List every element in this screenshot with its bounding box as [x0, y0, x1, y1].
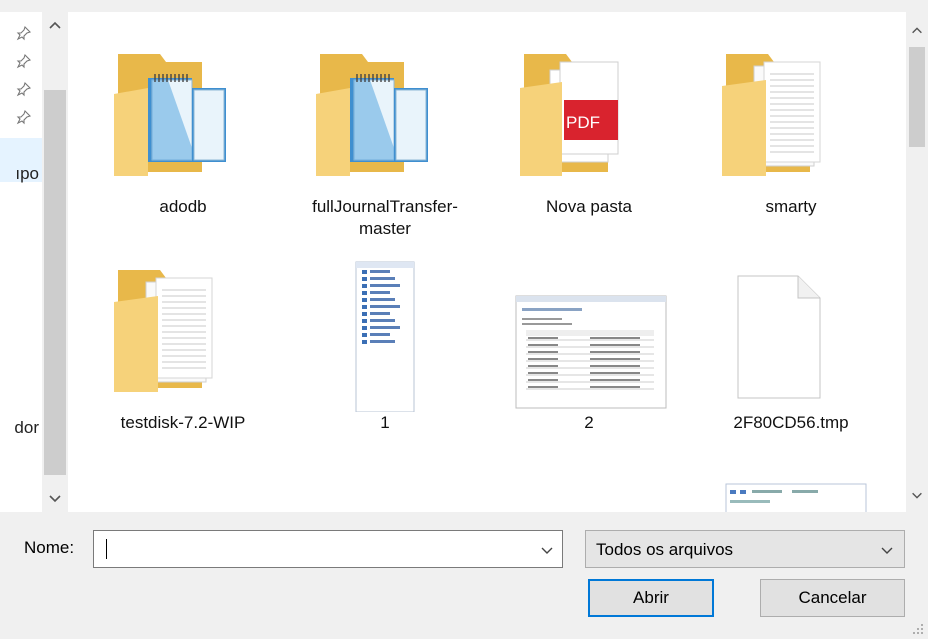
pin-icon	[16, 78, 32, 97]
nav-item[interactable]: ıpo	[0, 160, 42, 188]
file-item[interactable]	[706, 478, 876, 512]
resize-grip-icon[interactable]	[912, 623, 924, 635]
nav-item[interactable]: dor	[0, 414, 42, 442]
file-item-label: adodb	[159, 197, 207, 216]
navigation-scroll-thumb[interactable]	[44, 90, 66, 475]
file-item[interactable]: testdisk-7.2-WIP	[98, 252, 268, 434]
file-item[interactable]: 1	[300, 252, 470, 434]
file-item-label: testdisk-7.2-WIP	[120, 413, 246, 432]
image-thumbnail-icon	[300, 252, 470, 413]
folder-icon: PDF	[504, 36, 674, 196]
dialog-top-edge	[0, 0, 928, 12]
file-item-label: fullJournalTransfer-master	[312, 197, 458, 238]
navigation-list: ıpo dor	[0, 12, 42, 512]
chevron-down-icon	[881, 547, 893, 554]
folder-icon	[706, 36, 876, 196]
nav-item[interactable]	[0, 44, 42, 72]
file-item[interactable]: fullJournalTransfer-master	[300, 36, 470, 240]
nav-item[interactable]	[0, 16, 42, 44]
navigation-scrollbar[interactable]	[42, 12, 68, 512]
image-thumbnail-icon	[706, 354, 876, 512]
nav-item[interactable]	[0, 72, 42, 100]
file-list-scroll-thumb[interactable]	[909, 47, 925, 147]
folder-icon	[98, 252, 268, 412]
scroll-up-arrow-icon[interactable]	[910, 24, 924, 38]
file-item[interactable]: smarty	[706, 36, 876, 218]
nav-item-label: dor	[14, 418, 39, 437]
nav-item[interactable]	[0, 100, 42, 128]
chevron-down-icon[interactable]	[540, 543, 554, 557]
open-button[interactable]: Abrir	[588, 579, 714, 617]
image-thumbnail-icon	[504, 252, 674, 412]
file-item-label: Nova pasta	[546, 197, 632, 216]
pin-icon	[16, 106, 32, 125]
cancel-button[interactable]: Cancelar	[760, 579, 905, 617]
file-type-value: Todos os arquivos	[596, 540, 734, 559]
file-name-input[interactable]	[100, 537, 524, 563]
file-name-label: Nome:	[24, 538, 75, 557]
nav-item-label: ıpo	[15, 164, 39, 183]
file-item-label: smarty	[765, 197, 817, 216]
file-item-label: 2	[584, 413, 594, 432]
open-button-label: Abrir	[633, 588, 669, 607]
file-list-view[interactable]: adodb fullJournalTransfer-master PDF Nova p…	[68, 12, 906, 512]
svg-text:PDF: PDF	[566, 113, 600, 132]
pin-icon	[16, 22, 32, 41]
folder-icon	[300, 36, 470, 196]
file-name-field[interactable]	[93, 530, 563, 568]
file-list-scrollbar[interactable]	[906, 12, 928, 512]
folder-icon	[98, 36, 268, 196]
dialog-footer: Nome: Todos os arquivos Abrir Cancelar	[0, 512, 928, 639]
file-item[interactable]: PDF Nova pasta	[504, 36, 674, 218]
file-item-label: 1	[380, 413, 390, 432]
scroll-up-arrow-icon[interactable]	[47, 18, 63, 34]
file-item[interactable]: adodb	[98, 36, 268, 218]
file-type-dropdown[interactable]: Todos os arquivos	[585, 530, 905, 568]
navigation-pane: ıpo dor	[0, 12, 68, 512]
pin-icon	[16, 50, 32, 69]
file-item[interactable]: 2	[504, 252, 674, 434]
scroll-down-arrow-icon[interactable]	[910, 488, 924, 502]
scroll-down-arrow-icon[interactable]	[47, 490, 63, 506]
cancel-button-label: Cancelar	[798, 588, 867, 607]
